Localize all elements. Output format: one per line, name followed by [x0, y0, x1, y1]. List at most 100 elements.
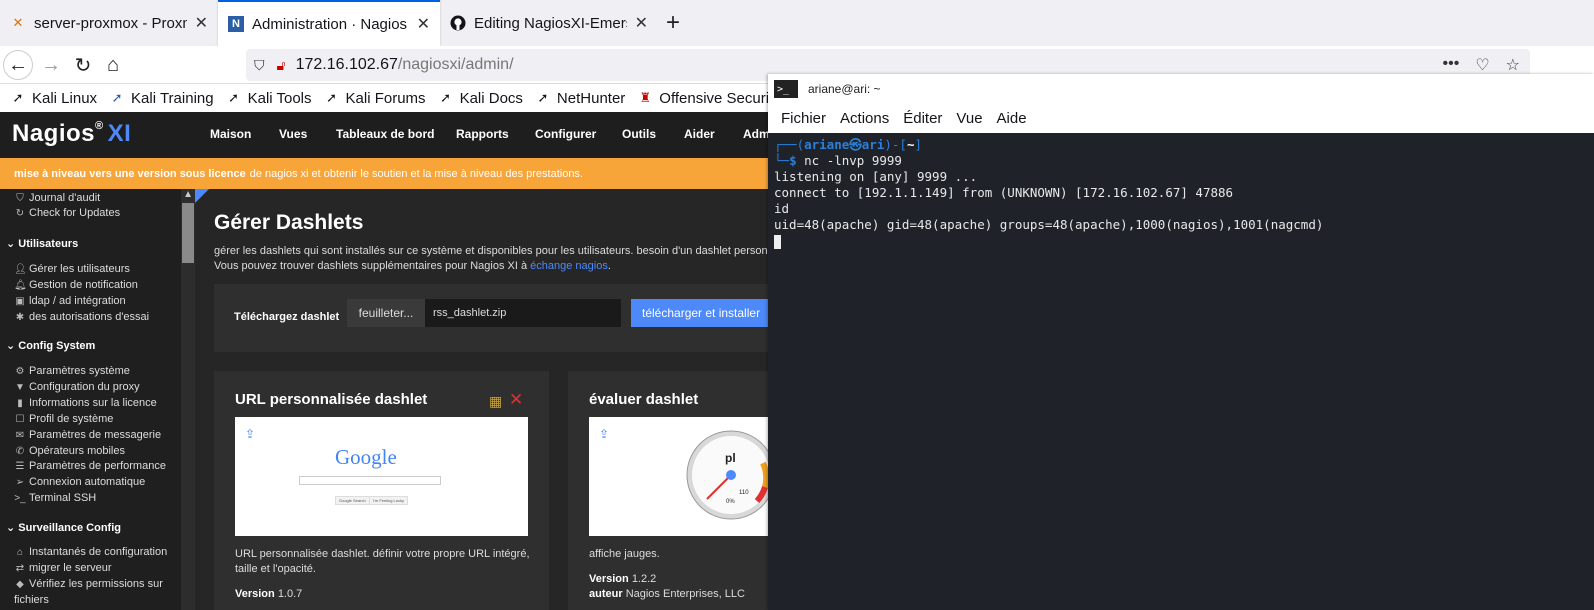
menu-configurer[interactable]: Configurer: [535, 127, 596, 141]
sidebar-item-permissions[interactable]: ✱ des autorisations d'essai: [14, 311, 149, 323]
insecure-lock-icon[interactable]: 🔓︎: [277, 57, 286, 74]
scroll-up-icon[interactable]: ▲: [183, 189, 193, 200]
dashlet-preview-image: ⇪ Google Google Search I'm Feeling Lucky: [235, 417, 528, 536]
sidebar-item-system-profile[interactable]: ☐ Profil de système: [14, 413, 114, 425]
sidebar-item-check-permissions-cont[interactable]: fichiers: [14, 594, 49, 606]
kali-dragon-icon: ➚: [326, 90, 337, 105]
tab-github-editing[interactable]: Editing NagiosXI-Emerso ✕: [440, 0, 658, 46]
sidebar-item-notification[interactable]: 🔔︎ Gestion de notification: [14, 279, 138, 291]
sidebar-scrollbar[interactable]: ▲: [181, 189, 195, 610]
selected-file-field[interactable]: rss_dashlet.zip: [425, 299, 621, 327]
sidebar-item-performance[interactable]: ☰ Paramètres de performance: [14, 460, 166, 472]
delete-icon[interactable]: ✕: [509, 390, 523, 410]
sidebar-item-check-permissions[interactable]: ◆ Vérifiez les permissions sur: [14, 578, 163, 590]
menu-actions[interactable]: Actions: [840, 110, 889, 127]
menu-vue[interactable]: Vue: [956, 110, 982, 127]
new-tab-button[interactable]: +: [666, 9, 680, 37]
tag-icon: ◆: [16, 578, 24, 590]
output-line: connect to [192.1.1.149] from (UNKNOWN) …: [774, 185, 1234, 200]
close-tab-icon[interactable]: ✕: [635, 13, 648, 33]
forward-button[interactable]: →: [36, 50, 66, 80]
sidebar-item-mobile-carriers[interactable]: ✆ Opérateurs mobiles: [14, 445, 125, 457]
menu-maison[interactable]: Maison: [210, 127, 251, 141]
dashlet-description: affiche jauges.: [589, 548, 660, 560]
pin-icon: ⇪: [599, 427, 610, 441]
home-button[interactable]: ⌂: [98, 50, 128, 80]
shield-icon[interactable]: ⛉: [254, 57, 265, 74]
banner-text: de nagios xi et obtenir le soutien et la…: [249, 167, 583, 180]
page-title: Gérer Dashlets: [214, 211, 364, 234]
page-description: gérer les dashlets qui sont installés su…: [214, 245, 780, 257]
dashlet-description: URL personnalisée dashlet. définir votre…: [235, 548, 530, 575]
sidebar-item-mail-settings[interactable]: ✉ Paramètres de messagerie: [14, 429, 161, 441]
gear-icon: ⚙: [15, 365, 25, 377]
close-tab-icon[interactable]: ✕: [417, 14, 430, 34]
sidebar-item-proxy[interactable]: ▼ Configuration du proxy: [14, 381, 140, 393]
sidebar-item-ssh-terminal[interactable]: >_ Terminal SSH: [14, 492, 96, 504]
upload-install-button[interactable]: télécharger et installer: [631, 299, 781, 327]
scrollbar-thumb[interactable]: [182, 203, 194, 263]
bell-icon: 🔔︎: [14, 279, 27, 291]
chevron-down-icon: ⌄: [6, 238, 19, 250]
dashlet-title: URL personnalisée dashlet: [235, 391, 428, 408]
menu-admin[interactable]: Adm: [743, 127, 770, 141]
bookmark-kali-training[interactable]: ➚ Kali Training: [109, 90, 214, 107]
pocket-icon[interactable]: ♡: [1475, 55, 1489, 75]
page-actions-icon[interactable]: •••: [1443, 55, 1460, 75]
menu-fichier[interactable]: Fichier: [781, 110, 826, 127]
banner-bold-text: mise à niveau vers une version sous lice…: [14, 167, 246, 180]
sidebar-item-check-updates[interactable]: ↻ Check for Updates: [14, 207, 120, 219]
sidebar-section-config-system[interactable]: ⌄ Config System: [6, 339, 95, 352]
bookmark-star-icon[interactable]: ☆: [1506, 55, 1520, 75]
nagios-header: Nagios® XI Maison Vues Tableaux de bord R…: [0, 112, 790, 158]
sidebar-item-ldap[interactable]: ▣ ldap / ad intégration: [14, 295, 125, 307]
drive-icon: ⌂: [16, 546, 24, 558]
sidebar-item-system-settings[interactable]: ⚙ Paramètres système: [14, 365, 130, 377]
github-icon: [450, 15, 466, 31]
document-icon: ☐: [15, 413, 25, 425]
upload-dashlet-form: Téléchargez dashlet feuilleter... rss_da…: [214, 284, 790, 352]
prompt-line: ┌──(ariane㉿ari)-[~]: [774, 137, 922, 152]
gauge-label: pl: [725, 451, 736, 465]
bookmark-offensive-security[interactable]: ♜ Offensive Security: [637, 90, 780, 107]
bookmark-nethunter[interactable]: ➚ NetHunter: [535, 90, 625, 107]
reload-button[interactable]: ↻: [68, 50, 98, 80]
phone-icon: ✆: [15, 445, 25, 457]
menu-aide[interactable]: Aide: [997, 110, 1027, 127]
bookmark-kali-tools[interactable]: ➚ Kali Tools: [226, 90, 311, 107]
menu-aider[interactable]: Aider: [684, 127, 715, 141]
sidebar-item-license[interactable]: ▮ Informations sur la licence: [14, 397, 157, 409]
admin-sidebar: ⛉ Journal d'audit ↻ Check for Updates ⌄ Ut…: [0, 189, 195, 610]
nagios-logo[interactable]: Nagios® XI: [12, 120, 131, 148]
send-icon: ➢: [15, 476, 25, 488]
back-button[interactable]: ←: [3, 50, 33, 80]
terminal-title-bar[interactable]: >_ ariane@ari: ~: [768, 74, 1594, 104]
sidebar-item-config-snapshots[interactable]: ⌂ Instantanés de configuration: [14, 546, 167, 558]
menu-tableaux-de-bord[interactable]: Tableaux de bord: [336, 127, 434, 141]
tab-proxmox[interactable]: ✕ server-proxmox - Proxmo ✕: [0, 0, 218, 46]
browse-button[interactable]: feuilleter...: [347, 299, 425, 327]
sidebar-section-monitoring-config[interactable]: ⌄ Surveillance Config: [6, 521, 121, 534]
sidebar-item-migrate-server[interactable]: ⇄ migrer le serveur: [14, 562, 112, 574]
tab-nagios-administration[interactable]: N Administration · Nagios X ✕: [218, 0, 440, 46]
menu-vues[interactable]: Vues: [279, 127, 307, 141]
proxmox-icon: ✕: [12, 15, 24, 30]
user-icon: 👤︎: [14, 263, 27, 275]
sidebar-item-audit-log[interactable]: ⛉ Journal d'audit: [14, 192, 100, 204]
menu-editer[interactable]: Éditer: [903, 110, 942, 127]
menu-outils[interactable]: Outils: [622, 127, 656, 141]
tab-title: server-proxmox - Proxmo: [34, 14, 187, 32]
sidebar-section-users[interactable]: ⌄ Utilisateurs: [6, 237, 78, 250]
google-logo: Google: [335, 445, 397, 469]
bookmark-kali-docs[interactable]: ➚ Kali Docs: [438, 90, 523, 107]
sidebar-item-auto-login[interactable]: ➢ Connexion automatique: [14, 476, 145, 488]
bookmark-kali-linux[interactable]: ➚ Kali Linux: [10, 90, 98, 107]
sidebar-item-manage-users[interactable]: 👤︎ Gérer les utilisateurs: [14, 263, 130, 275]
bookmark-kali-forums[interactable]: ➚ Kali Forums: [324, 90, 425, 107]
package-icon[interactable]: ▦: [489, 393, 502, 410]
nagios-exchange-link[interactable]: échange nagios: [530, 260, 608, 272]
close-tab-icon[interactable]: ✕: [195, 13, 208, 33]
menu-rapports[interactable]: Rapports: [456, 127, 509, 141]
terminal-output[interactable]: ┌──(ariane㉿ari)-[~] └─$ nc -lnvp 9999 li…: [768, 133, 1594, 610]
upgrade-banner[interactable]: mise à niveau vers une version sous lice…: [0, 158, 790, 189]
